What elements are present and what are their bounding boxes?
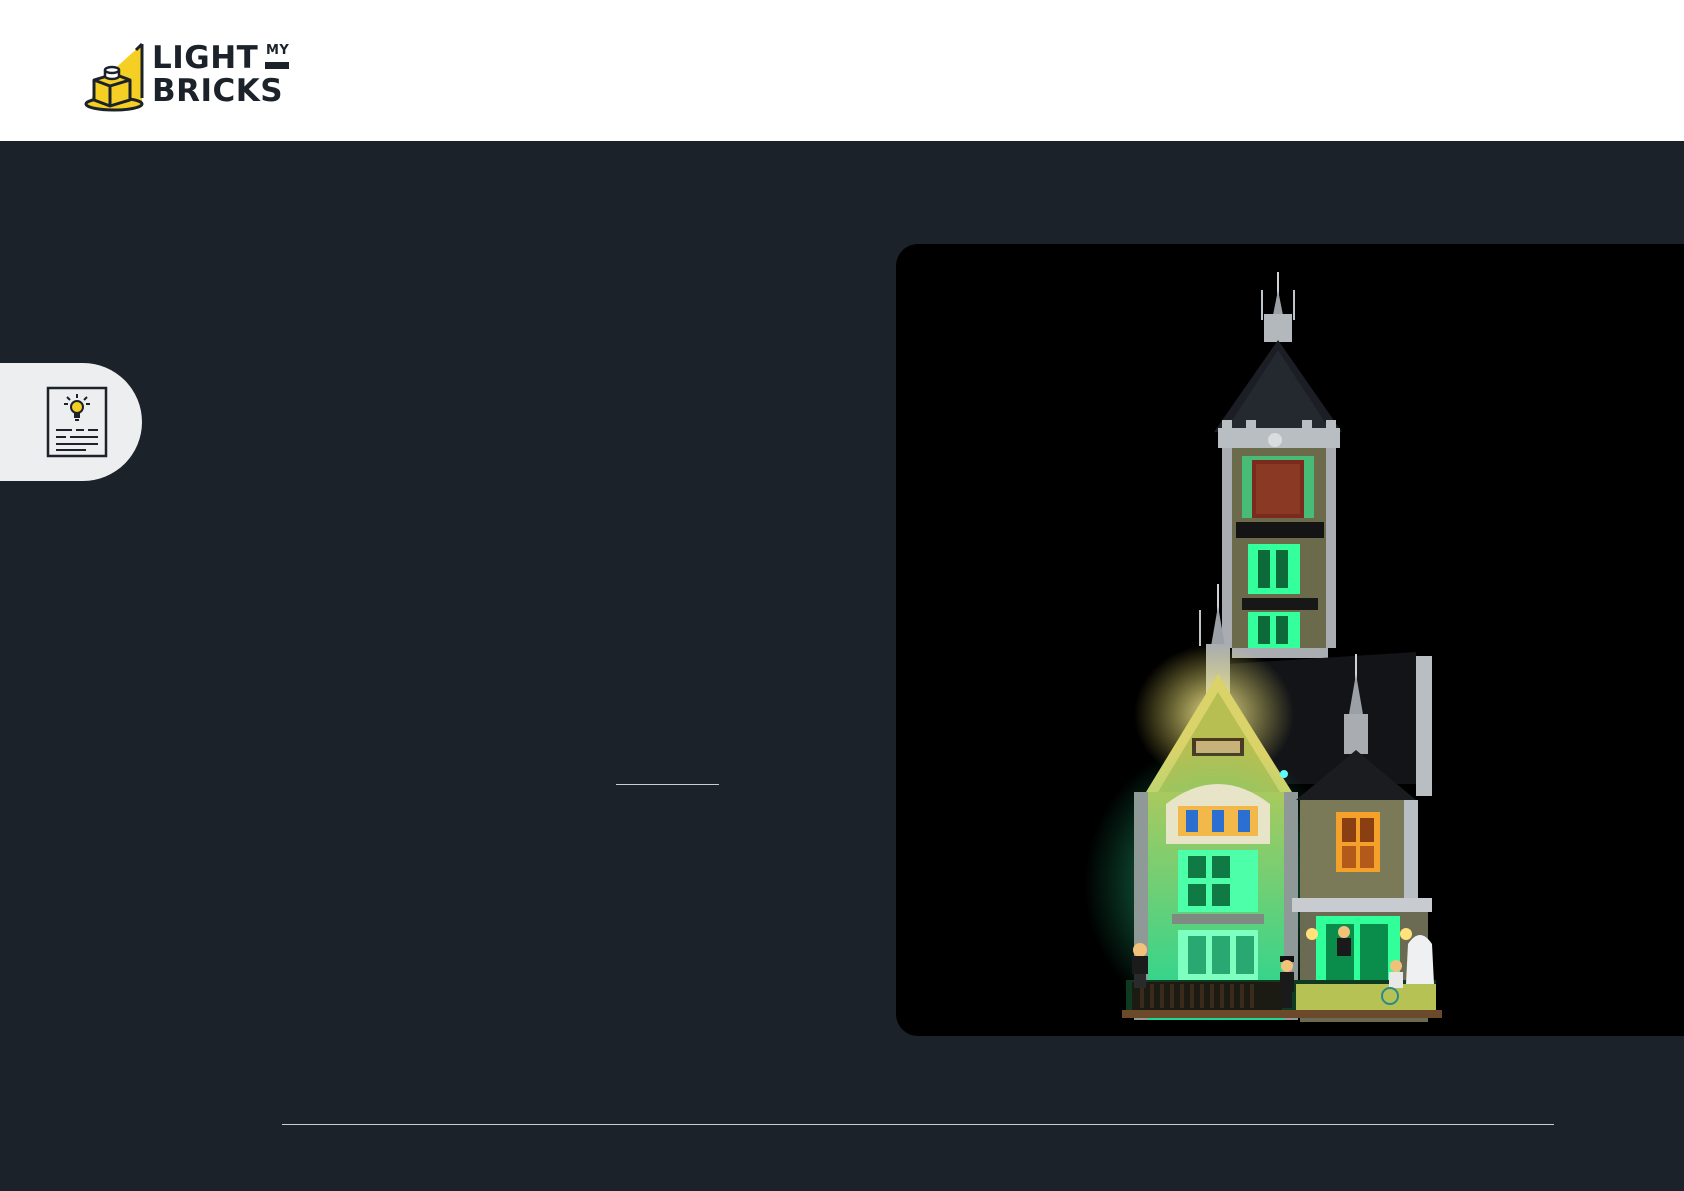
logo-bar [265, 62, 289, 69]
short-divider [616, 784, 719, 785]
instructions-side-tab[interactable] [0, 363, 142, 481]
logo-word-light: LIGHT [152, 40, 259, 76]
minifigure-left [1132, 943, 1148, 988]
top-header: LIGHT MY BRICKS [0, 0, 1684, 141]
lit-haunted-house-model-image [896, 244, 1684, 1036]
brand-logo[interactable]: LIGHT MY BRICKS [84, 40, 294, 112]
logo-word-my: MY [266, 43, 290, 58]
logo-word-bricks: BRICKS [152, 73, 284, 109]
minifigure-center [1280, 956, 1294, 1008]
haunted-house-illustration [1084, 272, 1442, 1024]
instruction-document-lightbulb-icon [46, 386, 108, 458]
minifigure-porch [1337, 926, 1351, 956]
footer-divider [282, 1124, 1554, 1125]
minifigure-ghost [1406, 935, 1434, 984]
lit-brick-logo-icon [84, 42, 144, 112]
